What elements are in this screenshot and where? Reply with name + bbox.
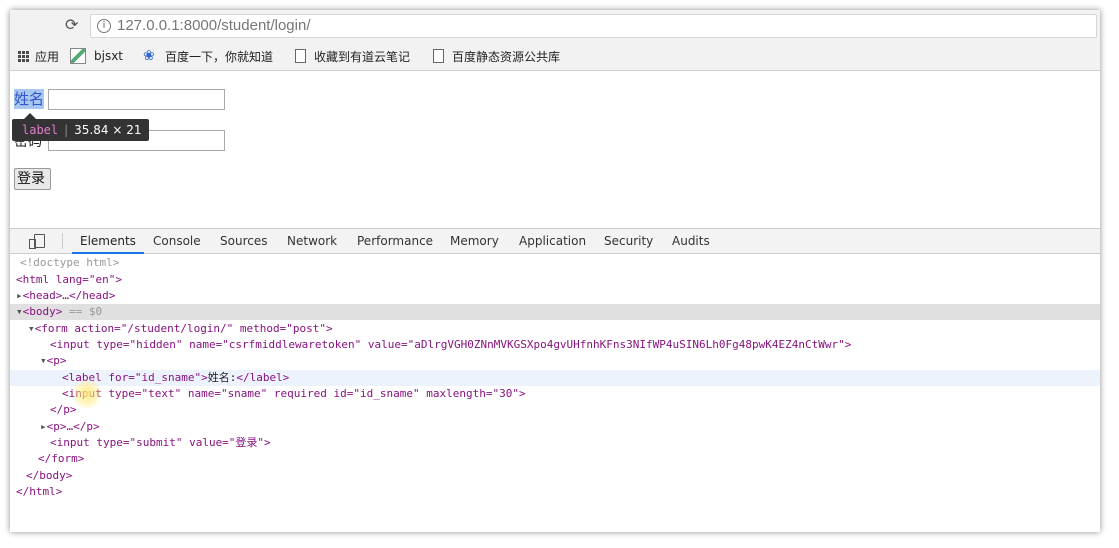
dom-node-csrf-input[interactable]: <input type="hidden" name="csrfmiddlewar… xyxy=(10,337,1100,353)
tooltip-separator: | xyxy=(64,123,69,137)
devtools-tabbar: Elements Console Sources Network Perform… xyxy=(10,229,1100,254)
bookmark-youdao[interactable]: 收藏到有道云笔记 xyxy=(295,48,410,64)
tab-sources[interactable]: Sources xyxy=(220,234,267,248)
bookmark-label: 百度一下，你就知道 xyxy=(165,49,274,64)
tab-performance[interactable]: Performance xyxy=(357,234,433,248)
dom-node-body-close[interactable]: </body> xyxy=(10,468,1100,484)
dom-node-label[interactable]: <label for="id_sname">姓名:</label> xyxy=(10,370,1100,386)
reload-icon[interactable]: ⟳ xyxy=(65,15,78,34)
dom-node-form-close[interactable]: </form> xyxy=(10,451,1100,467)
dom-node-head[interactable]: ▸<head>…</head> xyxy=(10,288,1100,304)
tab-application[interactable]: Application xyxy=(519,234,586,248)
bookmark-label: bjsxt xyxy=(94,49,124,63)
login-button[interactable]: 登录 xyxy=(14,168,51,190)
dom-node-doctype[interactable]: <!doctype html> xyxy=(10,255,1100,271)
name-label: 姓名: xyxy=(14,89,44,109)
bookmark-baidu-static[interactable]: 百度静态资源公共库 xyxy=(433,48,560,64)
devtools-panel: Elements Console Sources Network Perform… xyxy=(10,228,1100,532)
page-viewport: 姓名: 密码 label | 35.84 × 21 登录 xyxy=(10,71,1100,228)
bookmark-apps[interactable]: 应用 xyxy=(18,48,59,64)
tooltip-tag: label xyxy=(22,123,59,137)
document-icon xyxy=(295,49,306,63)
device-toolbar-icon[interactable] xyxy=(29,234,45,249)
dom-node-html[interactable]: <html lang="en"> xyxy=(10,272,1100,288)
tooltip-size: 35.84 × 21 xyxy=(74,123,142,137)
dom-node-text-input[interactable]: <input type="text" name="sname" required… xyxy=(10,386,1100,402)
name-input[interactable] xyxy=(48,89,225,110)
dom-node-p-close[interactable]: </p> xyxy=(10,402,1100,418)
tab-divider xyxy=(62,233,63,249)
dom-node-p[interactable]: ▾<p> xyxy=(10,353,1100,369)
image-icon xyxy=(70,48,86,64)
bookmark-label: 应用 xyxy=(35,49,60,64)
bookmarks-bar: 应用 bjsxt ❀ 百度一下，你就知道 收藏到有道云笔记 百度静态资源公共库 xyxy=(10,40,1100,71)
bookmark-bjsxt[interactable]: bjsxt xyxy=(70,48,123,64)
tab-elements[interactable]: Elements xyxy=(72,234,144,254)
info-icon[interactable]: i xyxy=(97,19,111,33)
bookmark-label: 收藏到有道云笔记 xyxy=(314,49,411,64)
dom-node-body[interactable]: ▾<body> == $0 xyxy=(10,304,1100,320)
tab-security[interactable]: Security xyxy=(604,234,653,248)
elements-tree: <!doctype html> <html lang="en"> ▸<head>… xyxy=(10,255,1100,532)
dom-node-html-close[interactable]: </html> xyxy=(10,484,1100,500)
apps-grid-icon xyxy=(18,50,29,62)
dom-node-p-collapsed[interactable]: ▸<p>…</p> xyxy=(10,419,1100,435)
paw-icon: ❀ xyxy=(143,48,155,64)
tab-network[interactable]: Network xyxy=(287,234,337,248)
url-text: 127.0.0.1:8000/student/login/ xyxy=(117,17,311,34)
dom-node-form[interactable]: ▾<form action="/student/login/" method="… xyxy=(10,321,1100,337)
document-icon xyxy=(433,49,444,63)
browser-window: ⟳ i 127.0.0.1:8000/student/login/ 应用 bjs… xyxy=(10,10,1100,532)
inspect-tooltip: label | 35.84 × 21 xyxy=(12,113,150,141)
tab-audits[interactable]: Audits xyxy=(672,234,710,248)
bookmark-label: 百度静态资源公共库 xyxy=(452,49,561,64)
dom-node-submit-input[interactable]: <input type="submit" value="登录"> xyxy=(10,435,1100,451)
address-input[interactable]: i 127.0.0.1:8000/student/login/ xyxy=(90,14,1097,38)
tab-console[interactable]: Console xyxy=(153,234,201,248)
tab-memory[interactable]: Memory xyxy=(450,234,499,248)
bookmark-baidu[interactable]: ❀ 百度一下，你就知道 xyxy=(143,48,273,64)
address-bar-row: ⟳ i 127.0.0.1:8000/student/login/ xyxy=(10,10,1100,40)
